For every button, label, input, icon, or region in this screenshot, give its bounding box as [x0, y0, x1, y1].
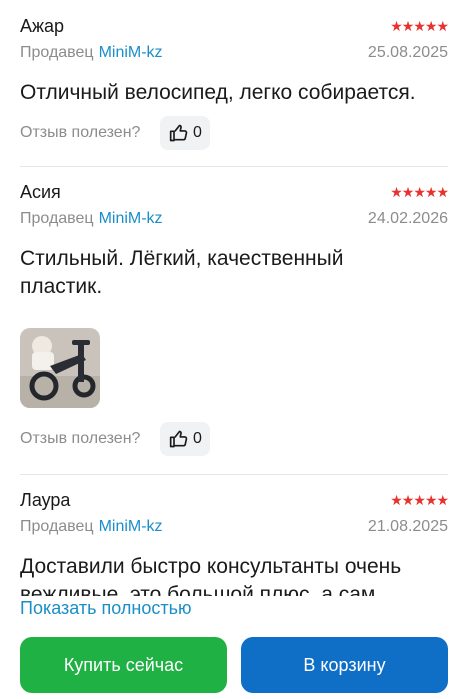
like-count: 0	[192, 430, 202, 447]
divider	[20, 474, 448, 475]
like-count: 0	[192, 124, 202, 141]
seller-info: Продавец MiniM-kz	[20, 44, 163, 62]
review-card: Лаура ★ ★ ★ ★ ★ Продавец MiniM-kz 21.08.2025 …	[20, 489, 449, 609]
seller-link[interactable]: MiniM-kz	[99, 210, 163, 227]
helpful-row: Отзыв полезен? 0	[20, 422, 211, 456]
seller-label: Продавец	[20, 518, 94, 535]
star-icon: ★	[401, 184, 415, 200]
seller-info: Продавец MiniM-kz	[20, 210, 163, 228]
seller-link[interactable]: MiniM-kz	[99, 44, 163, 61]
star-icon: ★	[401, 18, 415, 34]
rating-stars: ★ ★ ★ ★ ★	[390, 492, 449, 508]
star-icon: ★	[436, 18, 449, 34]
star-icon: ★	[424, 184, 438, 200]
star-icon: ★	[424, 18, 438, 34]
star-icon: ★	[401, 492, 415, 508]
review-date: 25.08.2025	[367, 44, 448, 61]
like-button[interactable]: 0	[160, 116, 211, 150]
helpful-label: Отзыв полезен?	[20, 430, 141, 447]
review-date: 24.02.2026	[367, 210, 448, 227]
seller-label: Продавец	[20, 210, 94, 227]
like-button[interactable]: 0	[160, 422, 211, 456]
star-icon: ★	[390, 18, 403, 34]
review-author: Ажар	[20, 15, 65, 36]
helpful-label: Отзыв полезен?	[20, 124, 141, 141]
review-date: 21.08.2025	[367, 518, 448, 535]
star-icon: ★	[413, 18, 426, 34]
review-author: Асия	[20, 181, 61, 202]
divider	[20, 166, 448, 167]
seller-info: Продавец MiniM-kz	[20, 518, 163, 536]
seller-link[interactable]: MiniM-kz	[99, 518, 163, 535]
review-photo[interactable]	[20, 328, 100, 408]
thumbs-up-icon	[169, 124, 188, 142]
star-icon: ★	[436, 492, 449, 508]
rating-stars: ★ ★ ★ ★ ★	[390, 18, 449, 34]
star-icon: ★	[390, 184, 403, 200]
buy-now-button[interactable]: Купить сейчас	[20, 637, 227, 693]
star-icon: ★	[436, 184, 449, 200]
star-icon: ★	[413, 492, 426, 508]
add-to-cart-button[interactable]: В корзину	[241, 637, 448, 693]
photo-thumbnail-image	[20, 328, 100, 408]
review-text: Стильный. Лёгкий, качественный пластик.	[20, 247, 344, 298]
review-author: Лаура	[20, 489, 71, 510]
review-card: Асия ★ ★ ★ ★ ★ Продавец MiniM-kz 24.02.2026 С…	[20, 181, 449, 456]
star-icon: ★	[390, 492, 403, 508]
show-more-link[interactable]: Показать полностью	[20, 598, 198, 619]
review-text: Отличный велосипед, легко собирается.	[20, 81, 416, 104]
review-card: Ажар ★ ★ ★ ★ ★ Продавец MiniM-kz 25.08.2025 О…	[20, 15, 449, 150]
star-icon: ★	[413, 184, 426, 200]
seller-label: Продавец	[20, 44, 94, 61]
thumbs-up-icon	[169, 430, 188, 448]
star-icon: ★	[424, 492, 438, 508]
helpful-row: Отзыв полезен? 0	[20, 116, 211, 150]
rating-stars: ★ ★ ★ ★ ★	[390, 184, 449, 200]
